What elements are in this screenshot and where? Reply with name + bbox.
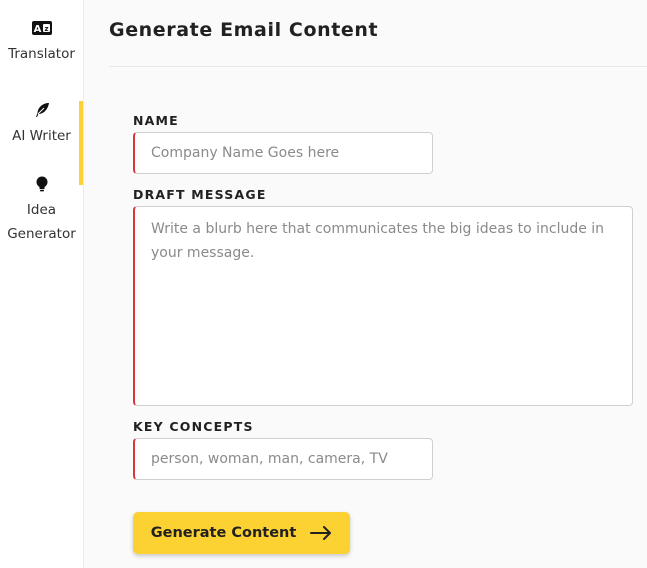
arrow-right-icon [310,526,332,540]
lightbulb-icon [36,176,47,192]
title-divider [109,66,647,67]
sidebar-item-label: Idea Generator [7,202,76,242]
sidebar-item-ai-writer[interactable]: AI Writer [0,101,83,185]
page-title: Generate Email Content [109,19,379,41]
sidebar-item-translator[interactable]: A z Translator [0,20,83,66]
draft-message-textarea[interactable] [133,206,633,406]
name-label: NAME [133,113,179,128]
main-content: Generate Email Content NAME DRAFT MESSAG… [85,0,647,568]
translate-icon: A z [31,21,52,35]
sidebar: A z Translator AI Writer Idea Generator [0,0,84,568]
svg-text:z: z [44,25,48,33]
svg-text:A: A [33,24,41,35]
sidebar-item-label: AI Writer [12,128,71,144]
draft-message-label: DRAFT MESSAGE [133,187,267,202]
generate-content-label: Generate Content [150,525,297,541]
key-concepts-label: KEY CONCEPTS [133,419,254,434]
feather-icon [35,103,49,117]
generate-content-button[interactable]: Generate Content [133,512,350,554]
sidebar-item-label: Translator [8,46,75,62]
sidebar-item-idea-generator[interactable]: Idea Generator [0,176,83,246]
key-concepts-input[interactable] [133,438,433,480]
name-input[interactable] [133,132,433,174]
